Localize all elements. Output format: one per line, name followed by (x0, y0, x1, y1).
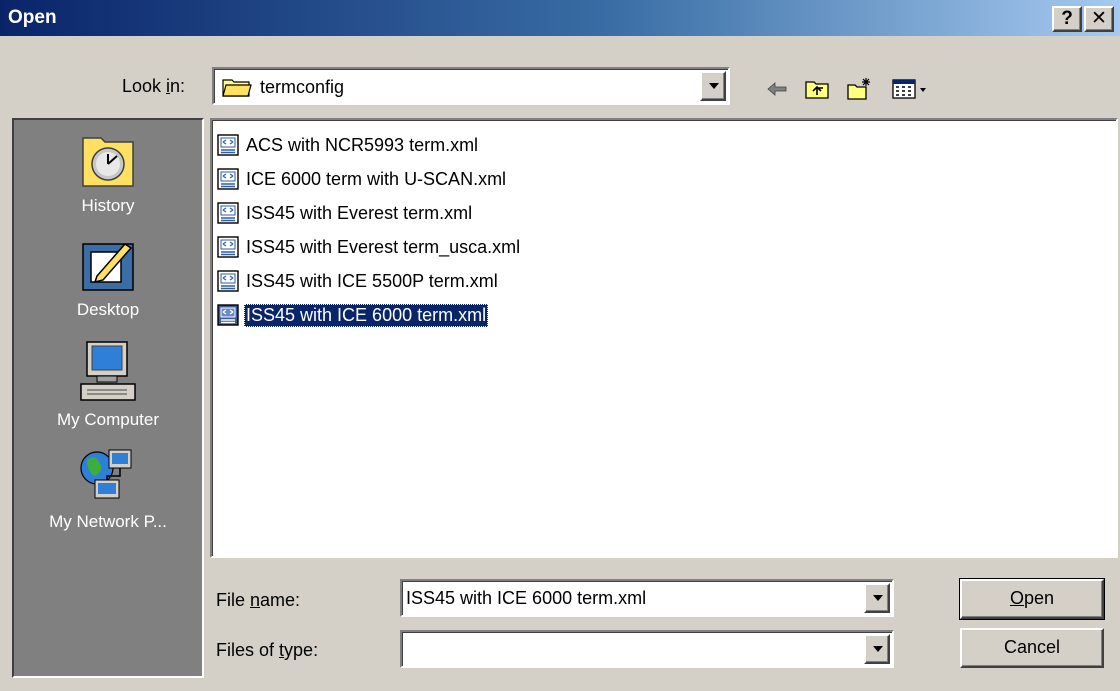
desktop-icon (82, 243, 134, 291)
file-type-combo[interactable] (400, 630, 894, 668)
xml-file-icon (217, 304, 239, 326)
look-in-value: termconfig (260, 77, 345, 97)
file-item[interactable]: ICE 6000 term with U-SCAN.xml (216, 164, 508, 194)
place-desktop[interactable]: Desktop (14, 236, 202, 320)
file-type-input[interactable] (406, 636, 858, 662)
new-folder-icon[interactable] (846, 77, 872, 101)
file-name: ISS45 with ICE 6000 term.xml (244, 303, 489, 327)
file-type-dropdown-button[interactable] (864, 634, 890, 664)
network-places-icon (80, 449, 132, 499)
help-button[interactable]: ? (1052, 6, 1082, 32)
title-bar[interactable]: Open ? ✕ (0, 0, 1120, 36)
file-item-selected[interactable]: ISS45 with ICE 6000 term.xml (216, 300, 489, 330)
xml-file-icon (217, 168, 239, 190)
file-name: ISS45 with Everest term_usca.xml (246, 236, 521, 257)
look-in-dropdown-button[interactable] (700, 71, 726, 101)
folder-icon (222, 79, 252, 97)
file-item[interactable]: ISS45 with Everest term.xml (216, 198, 474, 228)
place-network-label: My Network P... (49, 512, 167, 531)
look-in-label: Look in: (122, 76, 186, 96)
close-button[interactable]: ✕ (1084, 6, 1114, 32)
xml-file-icon (217, 134, 239, 156)
open-dialog: Open ? ✕ Look in: termconfig History Des… (0, 0, 1120, 691)
history-icon (82, 137, 134, 187)
window-title: Open (8, 7, 57, 28)
places-bar: History Desktop My Computer My Network P… (12, 118, 204, 678)
xml-file-icon (217, 202, 239, 224)
place-my-computer-label: My Computer (56, 410, 160, 429)
my-computer-icon (80, 341, 136, 401)
file-item[interactable]: ISS45 with ICE 5500P term.xml (216, 266, 500, 296)
file-item[interactable]: ISS45 with Everest term_usca.xml (216, 232, 522, 262)
xml-file-icon (217, 270, 239, 292)
file-type-label: Files of type: (216, 640, 319, 660)
file-name: ACS with NCR5993 term.xml (246, 134, 479, 155)
look-in-combo[interactable]: termconfig (212, 67, 730, 105)
place-history-label: History (81, 196, 135, 215)
cancel-button[interactable]: Cancel (960, 628, 1104, 668)
file-name-combo[interactable] (400, 579, 894, 617)
file-name: ISS45 with Everest term.xml (246, 202, 473, 223)
place-desktop-label: Desktop (76, 300, 140, 319)
file-name: ISS45 with ICE 5500P term.xml (246, 270, 498, 291)
place-my-computer[interactable]: My Computer (14, 340, 202, 430)
file-name: ICE 6000 term with U-SCAN.xml (246, 168, 507, 189)
open-button[interactable]: Open (959, 578, 1105, 620)
xml-file-icon (217, 236, 239, 258)
place-network[interactable]: My Network P... (14, 446, 202, 532)
view-menu-icon[interactable] (892, 77, 932, 101)
file-name-dropdown-button[interactable] (864, 583, 890, 613)
file-name-label: File name: (216, 590, 301, 610)
file-item[interactable]: ACS with NCR5993 term.xml (216, 130, 480, 160)
back-arrow-icon[interactable] (764, 77, 790, 101)
file-name-input[interactable] (406, 585, 858, 611)
file-list[interactable]: ACS with NCR5993 term.xml ICE 6000 term … (210, 118, 1118, 558)
place-history[interactable]: History (14, 132, 202, 216)
up-folder-icon[interactable] (804, 77, 830, 101)
